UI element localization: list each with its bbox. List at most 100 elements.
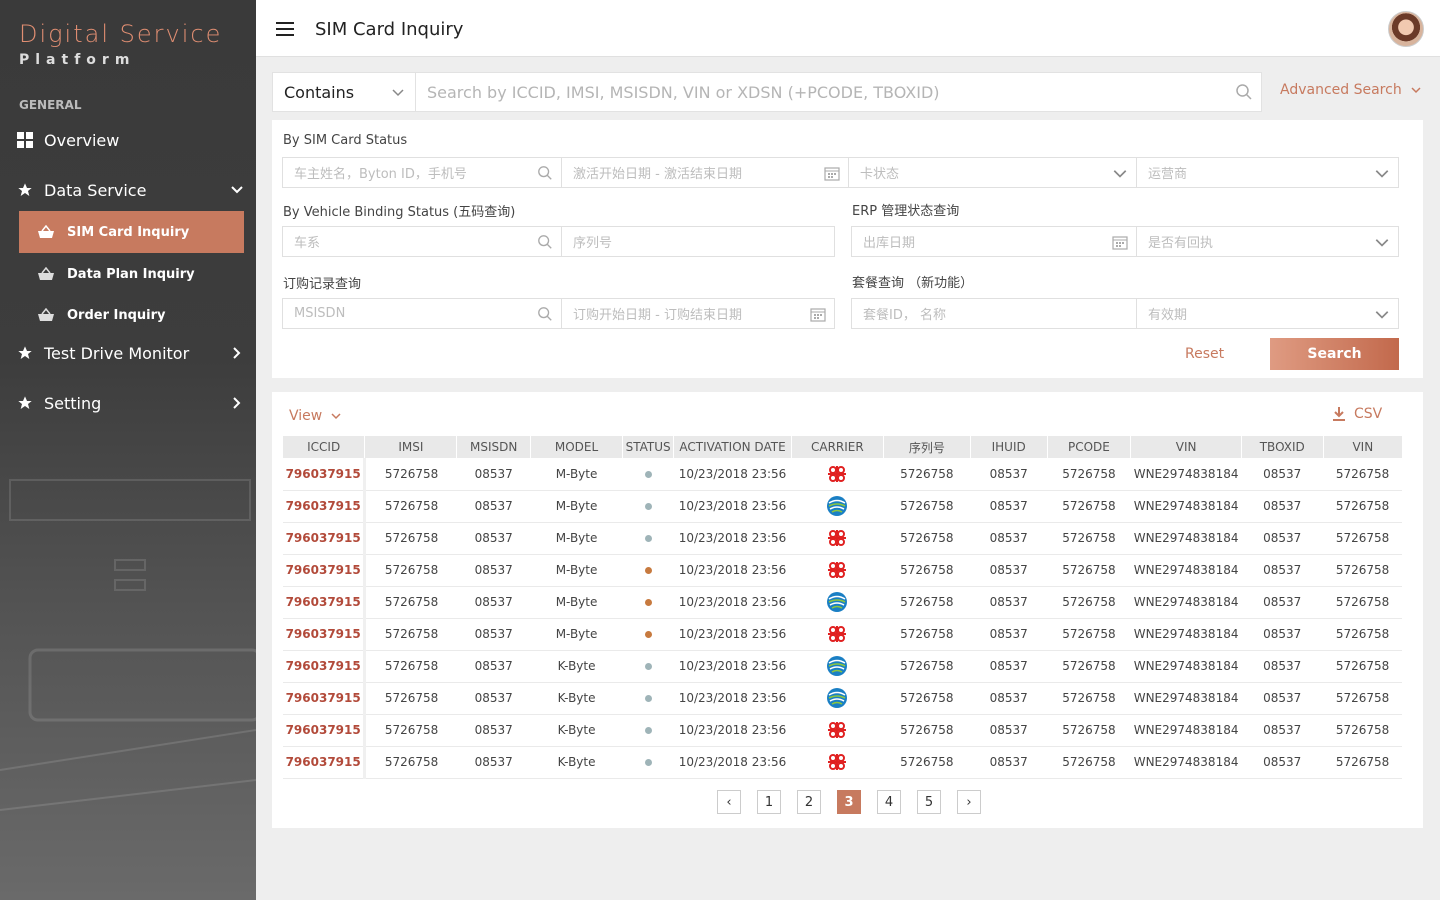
ihuid-cell: 08537 [970,458,1048,491]
status-cell [622,746,674,779]
outbound-date-field[interactable]: 出库日期 [851,226,1137,257]
table-row[interactable]: 796037915 5726758 08537 M-Byte 10/23/2018 23… [283,522,1402,555]
receipt-select[interactable]: 是否有回执 [1136,226,1399,257]
iccid-cell[interactable]: 796037915 [283,458,367,491]
next-page-button[interactable]: › [957,790,981,814]
msisdn-cell: 08537 [456,618,531,651]
iccid-cell[interactable]: 796037915 [283,650,367,683]
status-cell [622,490,674,523]
chevron-down-icon [392,89,404,97]
column-header[interactable]: IMSI [364,436,457,458]
iccid-cell[interactable]: 796037915 [283,522,367,555]
search-input[interactable] [416,73,1261,111]
vin-cell: WNE2974838184 [1130,458,1242,491]
sidebar-item-label: Overview [44,130,120,150]
msisdn-cell: 08537 [456,586,531,619]
menu-icon[interactable] [276,22,294,36]
iccid-cell[interactable]: 796037915 [283,618,367,651]
chevron-down-icon [1375,311,1389,319]
plan-id-field[interactable]: 套餐ID， 名称 [851,298,1137,329]
validity-select[interactable]: 有效期 [1136,298,1399,329]
table-row[interactable]: 796037915 5726758 08537 K-Byte 10/23/2018 23… [283,746,1402,779]
vin-cell: WNE2974838184 [1130,554,1242,587]
page-button[interactable]: 1 [757,790,781,814]
table-row[interactable]: 796037915 5726758 08537 M-Byte 10/23/2018 23… [283,458,1402,491]
reset-button[interactable]: Reset [1185,346,1224,362]
column-header[interactable]: VIN [1130,436,1242,458]
page-button[interactable]: 2 [797,790,821,814]
iccid-cell[interactable]: 796037915 [283,554,367,587]
page-button[interactable]: 5 [917,790,941,814]
tboxid-cell: 08537 [1241,714,1324,747]
search-icon[interactable] [1235,83,1253,101]
column-header[interactable]: TBOXID [1240,436,1324,458]
table-row[interactable]: 796037915 5726758 08537 M-Byte 10/23/2018 23… [283,554,1402,587]
card-status-select[interactable]: 卡状态 [848,157,1137,188]
sidebar-item-overview[interactable]: Overview [16,128,248,152]
order-date-range-field[interactable]: 订购开始日期 - 订购结束日期 [561,298,835,329]
date-cell: 10/23/2018 23:56 [673,746,792,779]
column-header[interactable]: VIN [1322,436,1402,458]
calendar-icon [1112,236,1128,250]
status-cell [622,458,674,491]
table-row[interactable]: 796037915 5726758 08537 K-Byte 10/23/2018 23… [283,714,1402,747]
column-header[interactable]: STATUS [622,436,674,458]
iccid-cell[interactable]: 796037915 [283,682,367,715]
iccid-cell[interactable]: 796037915 [283,490,367,523]
match-mode-select[interactable]: Contains [273,73,416,111]
advanced-search-toggle[interactable]: Advanced Search [1280,82,1422,98]
page-button[interactable]: 4 [877,790,901,814]
column-header[interactable]: IHUID [969,436,1048,458]
download-icon [1333,407,1345,421]
column-header[interactable]: MODEL [530,436,623,458]
iccid-cell[interactable]: 796037915 [283,746,367,779]
view-dropdown[interactable]: View [289,408,342,424]
table-row[interactable]: 796037915 5726758 08537 K-Byte 10/23/2018 23… [283,650,1402,683]
filter-label-vehicle-binding: By Vehicle Binding Status (五码查询) [283,205,516,220]
calendar-icon [810,308,826,322]
table-row[interactable]: 796037915 5726758 08537 M-Byte 10/23/2018 23… [283,490,1402,523]
imsi-cell: 5726758 [364,586,457,619]
table-row[interactable]: 796037915 5726758 08537 K-Byte 10/23/2018 23… [283,682,1402,715]
sidebar-item-setting[interactable]: Setting [16,391,248,415]
column-header[interactable]: CARRIER [790,436,884,458]
vin-cell: WNE2974838184 [1130,650,1242,683]
avatar[interactable] [1388,11,1424,47]
csv-export-button[interactable]: CSV [1332,406,1382,422]
column-header[interactable]: ICCID [283,436,365,458]
status-dot-icon [644,631,652,638]
owner-search-field[interactable]: 车主姓名，Byton ID，手机号 [282,157,562,188]
prev-page-button[interactable]: ‹ [717,790,741,814]
ihuid-cell: 08537 [970,650,1048,683]
series-search-field[interactable]: 车系 [282,226,562,257]
serial-cell: 5726758 [883,618,971,651]
field-placeholder: 车主姓名，Byton ID，手机号 [294,167,467,182]
sim-card-table: ICCID IMSI MSISDN MODEL STATUS ACTIVATION DAT… [283,436,1402,779]
date-cell: 10/23/2018 23:56 [673,682,792,715]
search-button[interactable]: Search [1270,338,1399,370]
msisdn-search-field[interactable]: MSISDN [282,298,562,329]
ihuid-cell: 08537 [970,714,1048,747]
column-header[interactable]: ACTIVATION DATE [673,436,792,458]
table-row[interactable]: 796037915 5726758 08537 M-Byte 10/23/2018 23… [283,618,1402,651]
table-row[interactable]: 796037915 5726758 08537 M-Byte 10/23/2018 23… [283,586,1402,619]
sidebar-subitem-data-plan-inquiry[interactable]: Data Plan Inquiry [19,253,244,295]
sidebar-item-test-drive-monitor[interactable]: Test Drive Monitor [16,341,248,365]
sidebar-subitem-order-inquiry[interactable]: Order Inquiry [19,294,244,336]
column-header[interactable]: MSISDN [456,436,531,458]
column-header[interactable]: PCODE [1046,436,1131,458]
serial-number-field[interactable]: 序列号 [561,226,835,257]
iccid-cell[interactable]: 796037915 [283,714,367,747]
carrier-select[interactable]: 运营商 [1136,157,1399,188]
activation-date-range-field[interactable]: 激活开始日期 - 激活结束日期 [561,157,849,188]
carrier-cell [791,554,884,587]
sidebar-subitem-sim-card-inquiry[interactable]: SIM Card Inquiry [19,211,244,253]
column-header[interactable]: 序列号 [882,436,971,458]
iccid-cell[interactable]: 796037915 [283,586,367,619]
chevron-down-icon [231,186,243,194]
status-dot-icon [644,695,652,702]
sidebar-item-data-service[interactable]: Data Service [16,178,248,202]
china-mobile-logo-icon [826,591,848,613]
page-button[interactable]: 3 [837,790,861,814]
imsi-cell: 5726758 [364,490,457,523]
